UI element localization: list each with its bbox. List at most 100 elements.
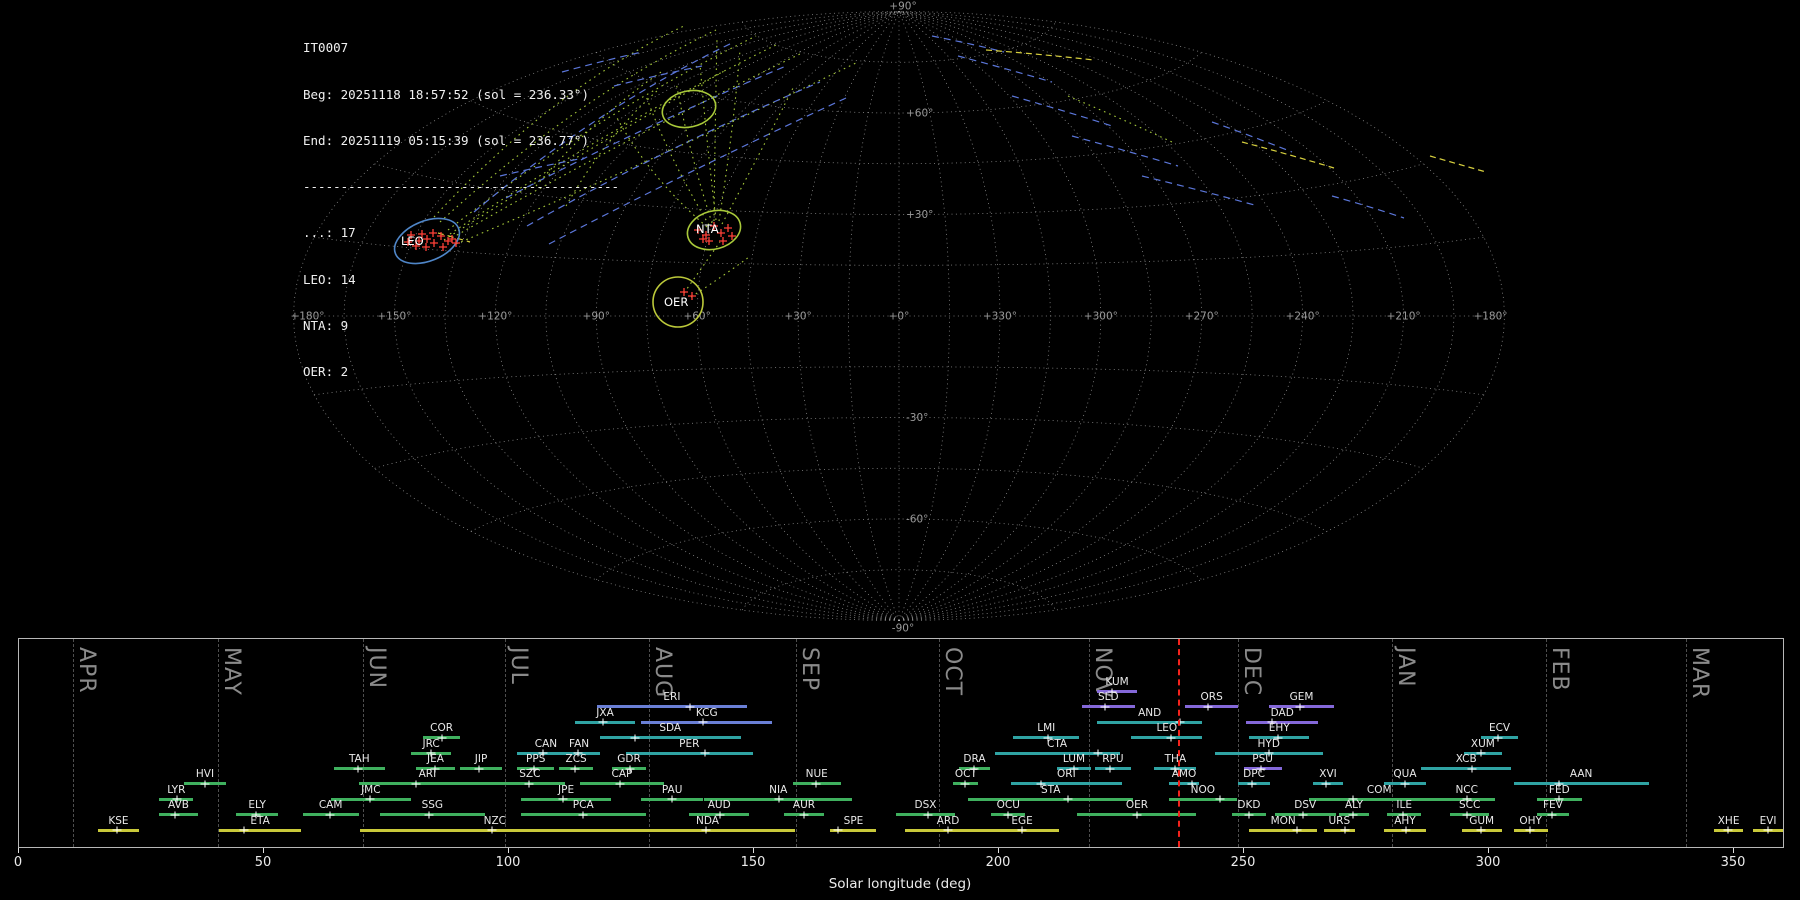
info-divider: ----------------------------------------… (303, 179, 620, 194)
meteor-observation-screen: +180° +150° +120° +90° +60° +30° +0° +330° +300°… (0, 0, 1800, 900)
shower-peak-marker (685, 702, 695, 711)
meteor-trail (957, 55, 1053, 83)
meteor-marker (688, 292, 696, 300)
shower-peak-marker (1295, 702, 1305, 711)
shower-peak-marker (1100, 702, 1110, 711)
shower-label: AAN (1569, 768, 1593, 781)
shower-peak-marker (239, 826, 249, 835)
shower-peak-marker (1244, 810, 1254, 819)
shower-label: SDA (659, 722, 682, 735)
count-leo: LEO: 14 (303, 271, 356, 287)
lon-label: +270° (1185, 311, 1219, 323)
shower-label: NOO (1190, 783, 1216, 796)
shower-label: AND (1138, 706, 1162, 719)
meteor-trail (985, 49, 1095, 61)
meteor-trail (713, 37, 718, 222)
shower-peak-marker (615, 779, 625, 788)
shower-bar (1421, 767, 1512, 770)
obs-end-line: End: 20251119 05:15:39 (sol = 236.77°) (303, 132, 589, 148)
sky-grid-parallel (374, 417, 1424, 469)
count-oer: OER: 2 (303, 364, 349, 379)
axis-tick (998, 848, 999, 853)
shower-peak-marker (1525, 826, 1535, 835)
shower-bar (1513, 782, 1649, 786)
shower-peak-marker (558, 795, 568, 804)
lat-label: +30° (906, 209, 933, 221)
shower-peak-marker (700, 749, 710, 758)
shower-peak-marker (630, 733, 640, 742)
axis-tick-label: 200 (985, 855, 1011, 870)
shower-label: STA (1040, 783, 1061, 796)
pole-label-south: -90° (892, 623, 914, 633)
shower-peak-marker (1401, 826, 1411, 835)
month-label: SEP (797, 647, 823, 692)
meteor-trail (718, 49, 741, 222)
meteor-trail (1071, 135, 1179, 167)
month-label: JAN (1393, 647, 1419, 688)
axis-tick (1733, 848, 1734, 853)
axis-tick (508, 848, 509, 853)
lat-label: -30° (906, 412, 928, 424)
meteor-trail (675, 81, 713, 224)
shower-peak-marker (1247, 779, 1257, 788)
shower-peak-marker (1215, 795, 1224, 804)
month-label: OCT (939, 647, 965, 697)
lon-label: +330° (983, 311, 1017, 323)
shower-bar (626, 751, 753, 755)
shower-bar (968, 797, 1134, 801)
shower-activity-timeline: APR MAY JUN JUL AUG SEP OCT NOV DEC JAN FEB MAR KUM E… (18, 638, 1784, 848)
shower-peak-marker (774, 795, 784, 804)
month-label: APR (73, 647, 99, 694)
meteor-trail (1241, 141, 1335, 169)
meteor-trail (1429, 155, 1487, 173)
month-label: FEB (1546, 647, 1572, 692)
obs-begin-line: Beg: 20251118 18:57:52 (sol = 236.33°) (303, 86, 589, 102)
lon-label: +60° (683, 311, 710, 323)
shower-bar (218, 828, 302, 832)
meteor-trail (931, 35, 1005, 53)
axis-tick (753, 848, 754, 853)
shower-peak-marker (112, 826, 122, 835)
shower-peak-marker (1340, 826, 1350, 835)
axis-tick-label: 50 (254, 855, 272, 870)
radiant-label: NTA (696, 222, 719, 236)
axis-tick-label: 350 (1720, 855, 1746, 870)
shower-peak-marker (524, 779, 534, 788)
lon-label: +180° (1473, 311, 1507, 323)
shower-peak-marker (1763, 826, 1773, 835)
shower-bar (597, 705, 747, 709)
shower-bar (1323, 828, 1355, 832)
meteor-trail (613, 65, 703, 87)
axis-tick-label: 150 (740, 855, 766, 870)
shower-peak-marker (1292, 826, 1302, 835)
shower-peak-marker (1547, 810, 1557, 819)
meteor-trail (1331, 195, 1405, 219)
x-axis: 0 50 100 150 200 250 300 350 (14, 848, 1782, 876)
shower-peak-marker (667, 795, 677, 804)
shower-peak-marker (411, 779, 421, 788)
pole-label-north: +90° (889, 1, 916, 13)
meteor-trail (1011, 95, 1113, 127)
shower-peak-marker (1321, 779, 1331, 788)
shower-bar (1010, 782, 1122, 786)
shower-bar (599, 736, 741, 740)
shower-peak-marker (325, 810, 335, 819)
shower-label: ETA (250, 814, 270, 827)
sky-grid-parallel (470, 467, 1328, 532)
shower-peak-marker (474, 764, 484, 773)
shower-peak-marker (1476, 826, 1486, 835)
shower-label: CTA (1047, 737, 1068, 750)
shower-peak-marker (424, 810, 434, 819)
axis-tick (18, 848, 19, 853)
lon-label: +30° (784, 311, 811, 323)
meteor-trail (1141, 175, 1259, 207)
lon-label: +300° (1084, 311, 1118, 323)
shower-peak-marker (598, 718, 608, 727)
sky-grid-meridian (898, 11, 1051, 621)
axis-tick-label: 0 (13, 855, 23, 870)
meteor-trail (1211, 121, 1293, 153)
shower-peak-marker (487, 826, 497, 835)
sky-grid-parallel (741, 21, 1057, 63)
month-label: DEC (1239, 647, 1265, 697)
station-id: IT0007 (303, 40, 349, 56)
